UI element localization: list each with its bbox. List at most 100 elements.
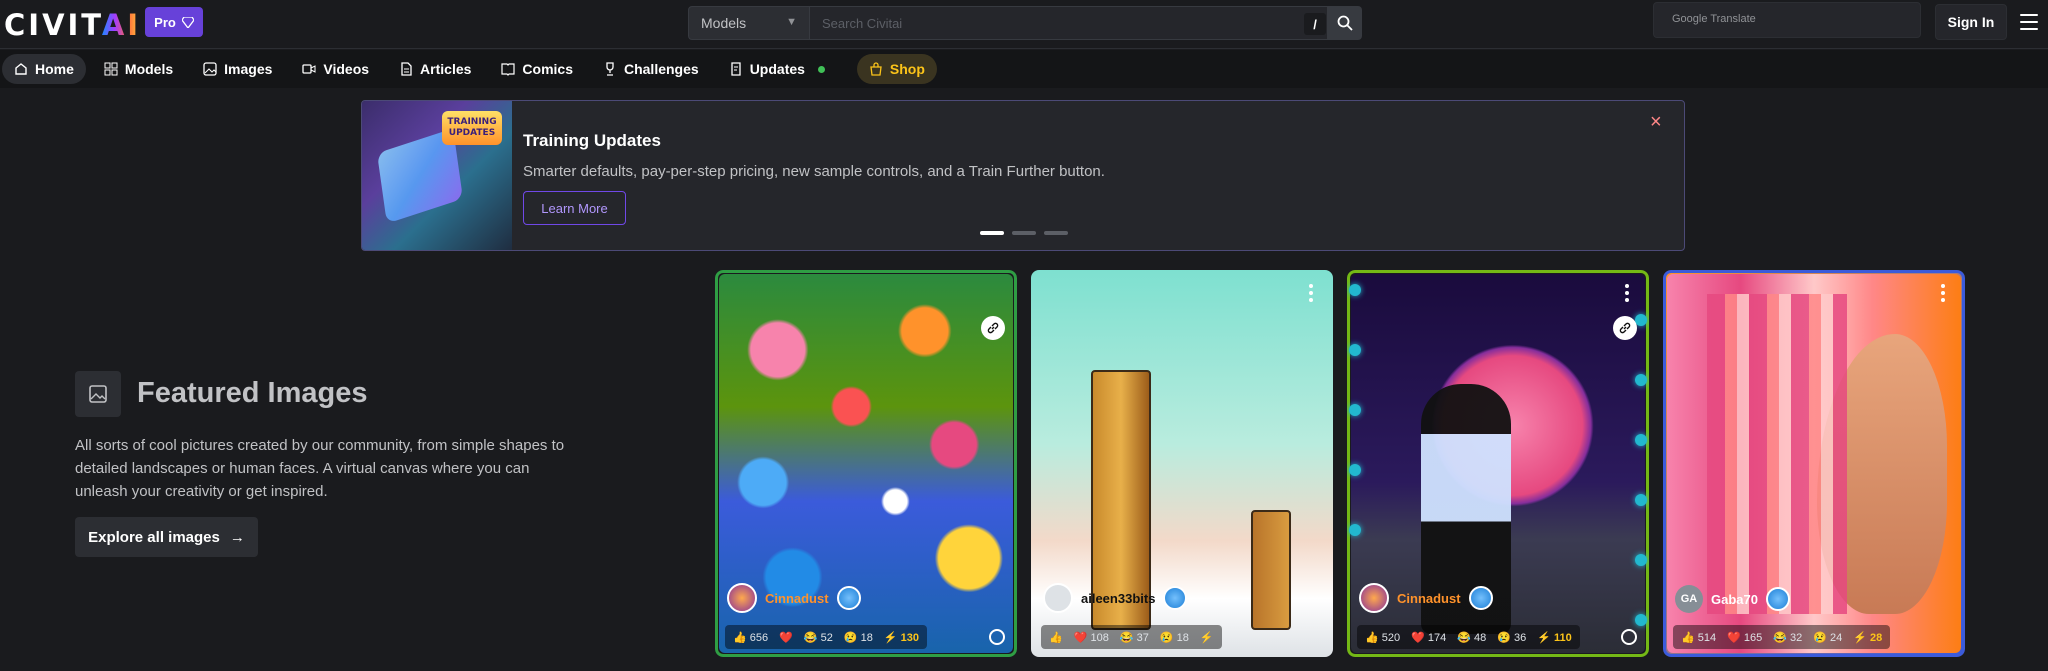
training-updates-banner: TRAINING UPDATES Training Updates Smarte… bbox=[361, 100, 1685, 251]
card-user[interactable]: Cinnadust bbox=[727, 583, 861, 613]
chevron-down-icon: ▼ bbox=[786, 16, 797, 28]
nav-updates-label: Updates bbox=[749, 61, 805, 77]
search-input[interactable] bbox=[810, 6, 1328, 40]
user-badge-icon bbox=[1163, 586, 1188, 610]
featured-images-icon bbox=[75, 371, 121, 417]
google-translate-widget[interactable]: Google Translate bbox=[1653, 2, 1921, 38]
avatar[interactable]: GA bbox=[1675, 585, 1703, 613]
frame-decoration bbox=[1349, 524, 1361, 536]
username[interactable]: Cinnadust bbox=[765, 591, 829, 606]
explore-label: Explore all images bbox=[88, 528, 220, 546]
nav-comics[interactable]: Comics bbox=[489, 54, 585, 84]
username[interactable]: aileen33bits bbox=[1081, 591, 1155, 606]
frame-decoration bbox=[1349, 344, 1361, 356]
featured-title: Featured Images bbox=[137, 377, 368, 409]
learn-more-button[interactable]: Learn More bbox=[523, 191, 626, 225]
shopping-bag-icon bbox=[870, 62, 882, 76]
laugh-count[interactable]: 😂 48 bbox=[1457, 631, 1486, 644]
laugh-count[interactable]: 😂 52 bbox=[804, 631, 833, 644]
avatar[interactable] bbox=[727, 583, 757, 613]
image-card[interactable]: GA Gaba70 👍 514 ❤️ 165 😂 32 😢 24 ⚡ 28 bbox=[1663, 270, 1965, 657]
image-icon bbox=[203, 62, 217, 76]
username[interactable]: Gaba70 bbox=[1711, 592, 1758, 607]
avatar[interactable] bbox=[1359, 583, 1389, 613]
cry-count[interactable]: 😢 36 bbox=[1497, 631, 1526, 644]
nav-models[interactable]: Models bbox=[92, 54, 185, 84]
link-icon[interactable] bbox=[981, 316, 1005, 340]
nav-shop-label: Shop bbox=[889, 61, 925, 77]
carousel-dot-2[interactable] bbox=[1012, 231, 1036, 235]
banner-title: Training Updates bbox=[523, 131, 661, 150]
image-content bbox=[1251, 510, 1291, 630]
avatar[interactable] bbox=[1043, 583, 1073, 613]
carousel-dot-1[interactable] bbox=[980, 231, 1004, 235]
image-card[interactable]: aileen33bits 👍 ❤️ 108 😂 37 😢 18 ⚡ bbox=[1031, 270, 1333, 657]
heart-count[interactable]: ❤️ bbox=[779, 631, 793, 644]
nav-updates[interactable]: Updates bbox=[717, 54, 837, 84]
nav-articles[interactable]: Articles bbox=[387, 54, 483, 84]
cry-count[interactable]: 😢 18 bbox=[844, 631, 873, 644]
card-user[interactable]: GA Gaba70 bbox=[1675, 585, 1790, 613]
like-count[interactable]: 👍 656 bbox=[733, 631, 768, 644]
search-icon bbox=[1337, 15, 1353, 31]
more-options-icon[interactable] bbox=[1309, 284, 1313, 302]
laugh-count[interactable]: 😂 37 bbox=[1120, 631, 1149, 644]
home-icon bbox=[15, 63, 27, 75]
like-count[interactable]: 👍 520 bbox=[1365, 631, 1400, 644]
top-bar: CIVITAI Pro Models ▼ / Google Translate … bbox=[0, 0, 2048, 49]
search-bar: Models ▼ / bbox=[688, 6, 1362, 40]
diamond-icon bbox=[181, 16, 194, 28]
heart-count[interactable]: ❤️ 108 bbox=[1074, 631, 1109, 644]
info-icon[interactable] bbox=[989, 629, 1005, 645]
image-card[interactable]: Cinnadust 👍 656 ❤️ 😂 52 😢 18 ⚡ 130 bbox=[715, 270, 1017, 657]
pro-button[interactable]: Pro bbox=[145, 7, 203, 37]
civitai-logo[interactable]: CIVITAI bbox=[4, 8, 141, 42]
carousel-dot-3[interactable] bbox=[1044, 231, 1068, 235]
like-count[interactable]: 👍 514 bbox=[1681, 631, 1716, 644]
frame-decoration bbox=[1635, 494, 1647, 506]
nav-challenges-label: Challenges bbox=[623, 61, 699, 77]
frame-decoration bbox=[1349, 464, 1361, 476]
buzz-count[interactable]: ⚡ 28 bbox=[1853, 631, 1882, 644]
user-badge-icon bbox=[1468, 586, 1493, 610]
heart-count[interactable]: ❤️ 174 bbox=[1411, 631, 1446, 644]
card-user[interactable]: Cinnadust bbox=[1359, 583, 1493, 613]
username[interactable]: Cinnadust bbox=[1397, 591, 1461, 606]
user-badge-icon bbox=[1765, 587, 1790, 611]
nav-videos[interactable]: Videos bbox=[290, 54, 381, 84]
heart-count[interactable]: ❤️ 165 bbox=[1727, 631, 1762, 644]
sign-in-button[interactable]: Sign In bbox=[1935, 4, 2007, 40]
reaction-stats: 👍 ❤️ 108 😂 37 😢 18 ⚡ bbox=[1041, 625, 1222, 649]
like-count[interactable]: 👍 bbox=[1049, 631, 1063, 644]
banner-text: Smarter defaults, pay-per-step pricing, … bbox=[523, 163, 1105, 180]
reaction-stats: 👍 520 ❤️ 174 😂 48 😢 36 ⚡ 110 bbox=[1357, 625, 1580, 649]
laugh-count[interactable]: 😂 32 bbox=[1773, 631, 1802, 644]
reaction-stats: 👍 514 ❤️ 165 😂 32 😢 24 ⚡ 28 bbox=[1673, 625, 1891, 649]
cry-count[interactable]: 😢 24 bbox=[1813, 631, 1842, 644]
frame-decoration bbox=[1635, 614, 1647, 626]
nav-home[interactable]: Home bbox=[2, 54, 86, 84]
featured-description: All sorts of cool pictures created by ou… bbox=[75, 437, 565, 500]
more-options-icon[interactable] bbox=[1625, 284, 1629, 302]
search-scope-select[interactable]: Models ▼ bbox=[688, 6, 810, 40]
buzz-count[interactable]: ⚡ 110 bbox=[1537, 631, 1572, 644]
reaction-stats: 👍 656 ❤️ 😂 52 😢 18 ⚡ 130 bbox=[725, 625, 927, 649]
more-options-icon[interactable] bbox=[1941, 284, 1945, 302]
link-icon[interactable] bbox=[1613, 316, 1637, 340]
explore-all-images-button[interactable]: Explore all images → bbox=[75, 517, 258, 557]
close-icon[interactable]: × bbox=[1650, 111, 1662, 134]
new-updates-dot bbox=[817, 65, 825, 73]
nav-challenges[interactable]: Challenges bbox=[591, 54, 711, 84]
image-card[interactable]: Cinnadust 👍 520 ❤️ 174 😂 48 😢 36 ⚡ 110 bbox=[1347, 270, 1649, 657]
nav-articles-label: Articles bbox=[420, 61, 472, 77]
nav-shop[interactable]: Shop bbox=[856, 54, 937, 84]
buzz-count[interactable]: ⚡ 130 bbox=[884, 631, 919, 644]
menu-icon[interactable] bbox=[2020, 14, 2038, 30]
search-button[interactable] bbox=[1328, 6, 1362, 40]
cry-count[interactable]: 😢 18 bbox=[1160, 631, 1189, 644]
nav-images[interactable]: Images bbox=[191, 54, 284, 84]
video-icon bbox=[302, 64, 316, 74]
info-icon[interactable] bbox=[1621, 629, 1637, 645]
buzz-count[interactable]: ⚡ bbox=[1200, 631, 1214, 644]
card-user[interactable]: aileen33bits bbox=[1043, 583, 1188, 613]
